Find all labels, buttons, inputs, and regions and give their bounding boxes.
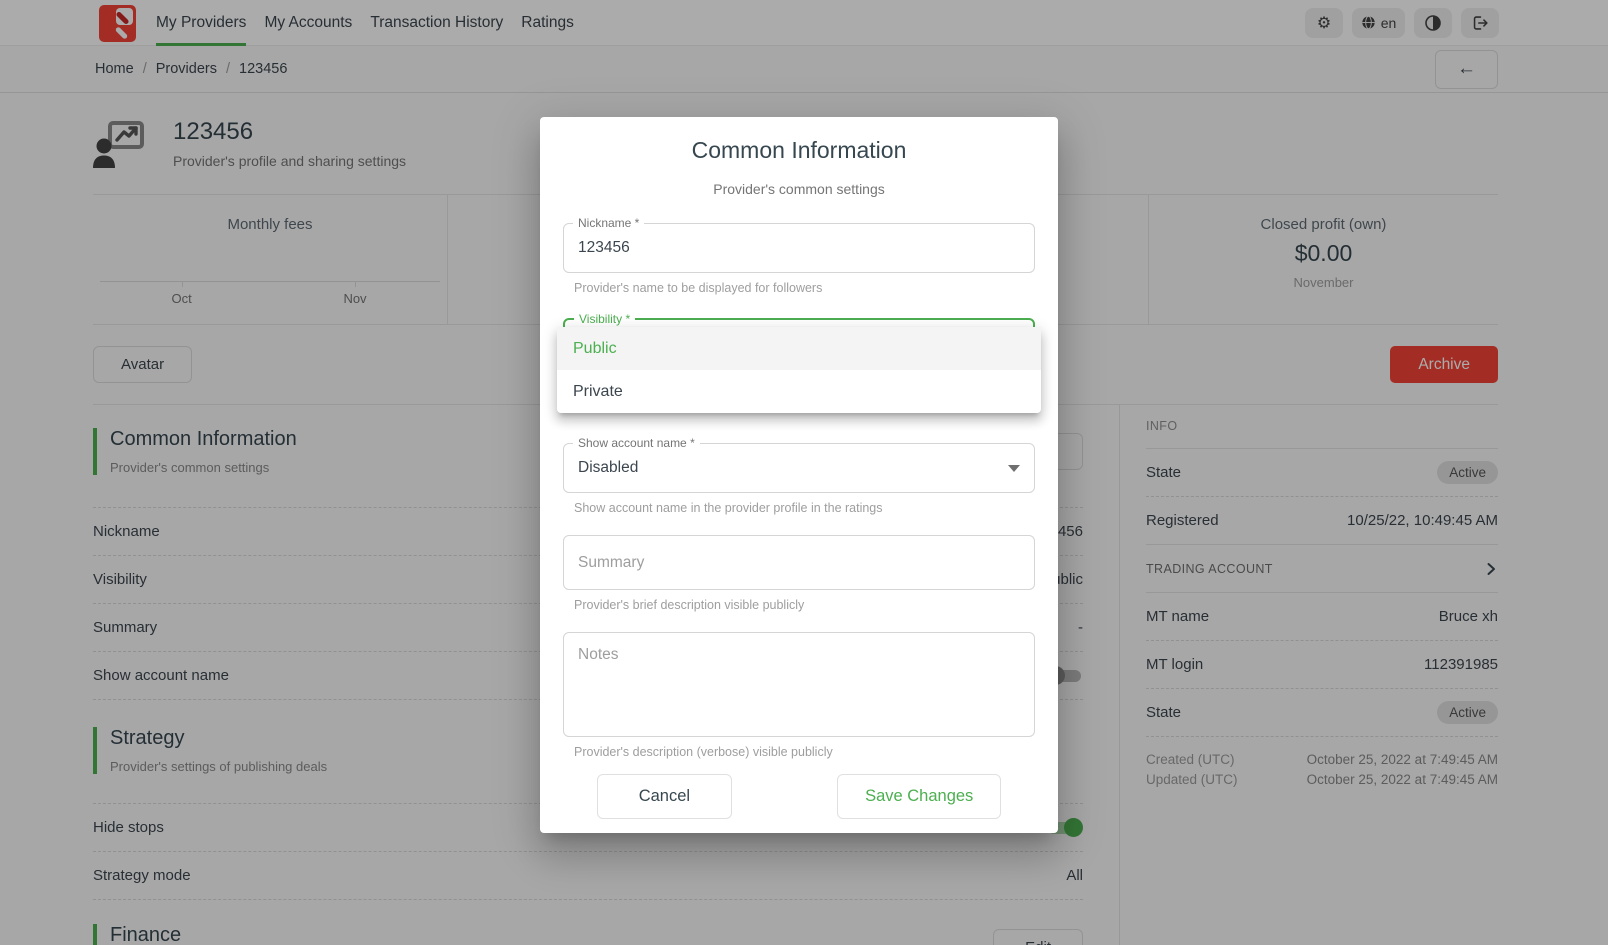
- field-label: Visibility *: [574, 313, 635, 326]
- menu-item-public[interactable]: Public: [557, 327, 1041, 370]
- save-changes-button[interactable]: Save Changes: [837, 774, 1001, 819]
- field-helper-text: Provider's brief description visible pub…: [574, 599, 1035, 612]
- visibility-field-group: Visibility * Public Private: [563, 318, 1035, 368]
- menu-item-private[interactable]: Private: [557, 370, 1041, 413]
- dialog-subtitle: Provider's common settings: [563, 181, 1035, 197]
- notes-textarea[interactable]: [578, 646, 1020, 722]
- notes-field-group: Provider's description (verbose) visible…: [563, 632, 1035, 759]
- field-helper-text: Show account name in the provider profil…: [574, 502, 1035, 515]
- summary-input[interactable]: [578, 554, 1020, 572]
- summary-field: [563, 535, 1035, 590]
- show-account-name-select[interactable]: Show account name * Disabled: [563, 443, 1035, 493]
- nickname-input[interactable]: [578, 239, 1020, 257]
- select-value: Disabled: [578, 459, 638, 477]
- visibility-dropdown-menu: Public Private: [557, 327, 1041, 413]
- nickname-field: Nickname *: [563, 223, 1035, 273]
- field-helper-text: Provider's name to be displayed for foll…: [574, 282, 1035, 295]
- summary-field-group: Provider's brief description visible pub…: [563, 535, 1035, 612]
- chevron-down-icon: [1008, 465, 1020, 472]
- cancel-button[interactable]: Cancel: [597, 774, 732, 819]
- show-account-name-field-group: Show account name * Disabled Show accoun…: [563, 443, 1035, 515]
- field-label: Nickname *: [573, 217, 644, 230]
- field-helper-text: Provider's description (verbose) visible…: [574, 746, 1035, 759]
- dialog-title: Common Information: [563, 137, 1035, 164]
- field-label: Show account name *: [573, 437, 700, 450]
- dialog-buttons: Cancel Save Changes: [563, 774, 1035, 819]
- common-information-dialog: Common Information Provider's common set…: [540, 117, 1058, 833]
- nickname-field-group: Nickname * Provider's name to be display…: [563, 223, 1035, 295]
- notes-field: [563, 632, 1035, 737]
